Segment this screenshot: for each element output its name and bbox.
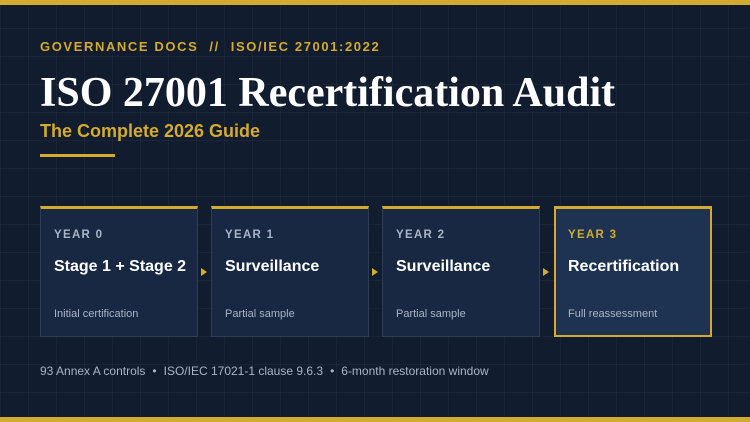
audit-timeline: YEAR 0 Stage 1 + Stage 2 Initial certifi… [40, 206, 712, 337]
eyebrow-standard: ISO/IEC 27001:2022 [230, 39, 381, 54]
arrow-right-icon [543, 268, 549, 276]
card-description: Partial sample [225, 308, 295, 320]
bullet-separator: • [152, 364, 157, 378]
top-accent-bar [0, 0, 750, 5]
arrow-right-icon [372, 268, 378, 276]
footer-fact: ISO/IEC 17021-1 clause 9.6.3 [163, 364, 324, 378]
card-stage-name: Surveillance [396, 258, 491, 275]
card-year-label: YEAR 1 [225, 229, 275, 241]
arrow-right-icon [201, 268, 207, 276]
card-description: Initial certification [54, 308, 139, 320]
bullet-separator: • [330, 364, 335, 378]
card-year-label: YEAR 3 [568, 229, 618, 241]
card-stage-name: Surveillance [225, 258, 320, 275]
eyebrow: GOVERNANCE DOCS // ISO/IEC 27001:2022 [40, 39, 380, 54]
page-subtitle: The Complete 2026 Guide [40, 121, 261, 141]
footer-fact: 6-month restoration window [341, 364, 489, 378]
footer-facts: 93 Annex A controls • ISO/IEC 17021-1 clau… [40, 364, 489, 378]
card-description: Partial sample [396, 308, 466, 320]
title-underline [40, 154, 115, 157]
timeline-card-year-3: YEAR 3 Recertification Full reassessment [554, 206, 712, 337]
footer-fact: 93 Annex A controls [40, 364, 146, 378]
card-stage-name: Recertification [568, 258, 680, 275]
card-year-label: YEAR 0 [54, 229, 104, 241]
card-year-label: YEAR 2 [396, 229, 446, 241]
timeline-card-year-0: YEAR 0 Stage 1 + Stage 2 Initial certifi… [40, 206, 198, 337]
card-description: Full reassessment [568, 308, 658, 320]
timeline-card-year-1: YEAR 1 Surveillance Partial sample [211, 206, 369, 337]
timeline-card-year-2: YEAR 2 Surveillance Partial sample [382, 206, 540, 337]
page-title: ISO 27001 Recertification Audit [40, 70, 616, 116]
bottom-accent-bar [0, 417, 750, 422]
card-stage-name: Stage 1 + Stage 2 [54, 258, 187, 275]
eyebrow-category: GOVERNANCE DOCS [40, 39, 199, 54]
eyebrow-separator: // [209, 39, 220, 54]
